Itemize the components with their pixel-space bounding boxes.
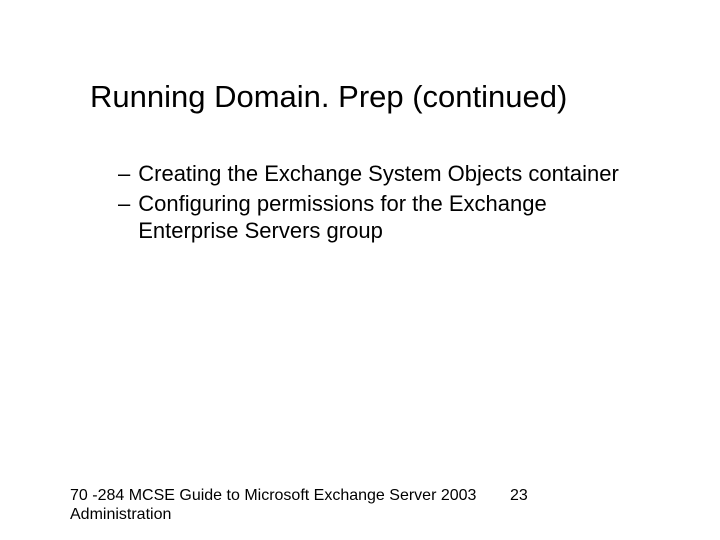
- page-number: 23: [510, 486, 528, 505]
- slide-body: – Creating the Exchange System Objects c…: [100, 160, 630, 247]
- bullet-item: – Configuring permissions for the Exchan…: [100, 190, 630, 245]
- slide-footer: 70 -284 MCSE Guide to Microsoft Exchange…: [70, 486, 650, 524]
- bullet-item: – Creating the Exchange System Objects c…: [100, 160, 630, 188]
- slide: Running Domain. Prep (continued) – Creat…: [0, 0, 720, 540]
- bullet-text: Configuring permissions for the Exchange…: [138, 190, 630, 245]
- bullet-dash: –: [100, 160, 138, 188]
- footer-text: 70 -284 MCSE Guide to Microsoft Exchange…: [70, 486, 510, 524]
- slide-title: Running Domain. Prep (continued): [90, 78, 660, 115]
- bullet-dash: –: [100, 190, 138, 245]
- bullet-text: Creating the Exchange System Objects con…: [138, 160, 630, 188]
